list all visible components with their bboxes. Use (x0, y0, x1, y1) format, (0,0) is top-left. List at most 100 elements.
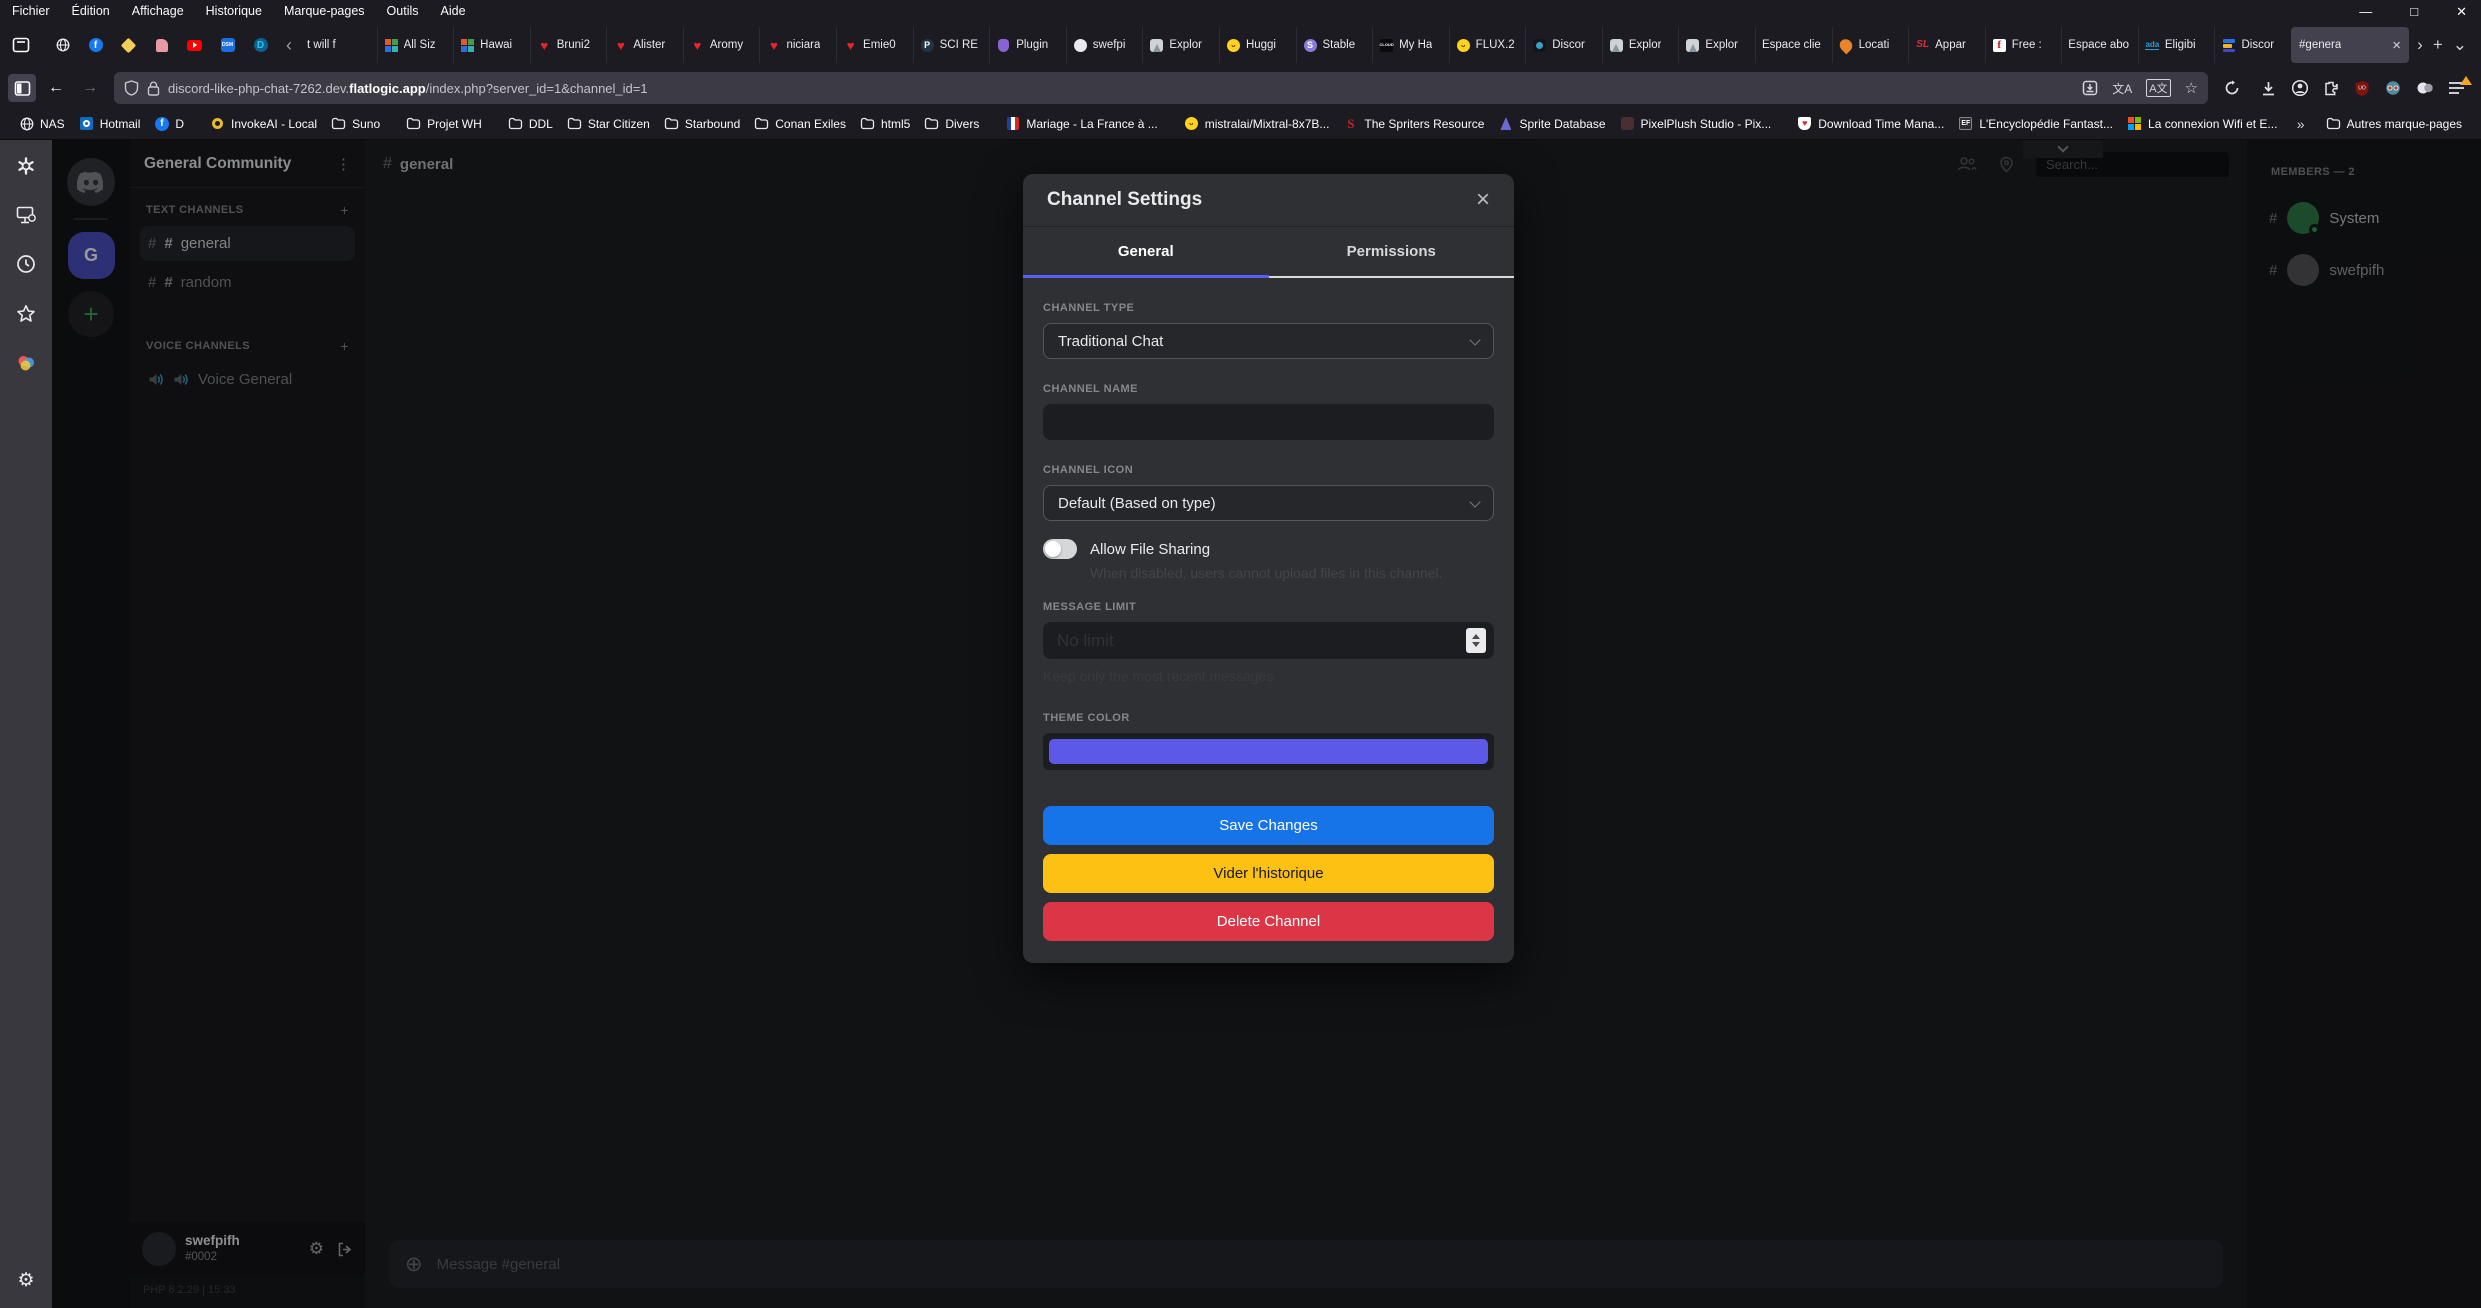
tab-list-chevron-icon[interactable]: ⌄ (2453, 35, 2467, 55)
browser-tab[interactable]: ᴗHuggi (1219, 27, 1296, 63)
menu-item-historique[interactable]: Historique (206, 4, 262, 18)
bookmark-item[interactable]: NAS (12, 116, 72, 131)
new-tab-button[interactable]: + (2433, 35, 2443, 55)
menu-item-dition[interactable]: Édition (72, 4, 110, 18)
bookmark-item[interactable]: Star Citizen (560, 116, 657, 131)
theme-color-input[interactable] (1043, 733, 1494, 770)
browser-tab[interactable]: SStable (1296, 27, 1373, 63)
bookmark-item[interactable]: DDL (501, 116, 560, 131)
bookmark-item[interactable]: Sprite Database (1491, 116, 1612, 131)
browser-tab[interactable]: t will f (301, 27, 377, 63)
browser-tab[interactable]: ♥Emie0 (836, 27, 913, 63)
browser-tab[interactable]: ♥Aromy (683, 27, 760, 63)
pinned-tab-globe[interactable] (46, 27, 79, 63)
browser-tab[interactable]: Discor (1525, 27, 1602, 63)
browser-tab[interactable]: Discor (2214, 27, 2291, 63)
file-sharing-toggle[interactable] (1043, 539, 1077, 559)
browser-tab[interactable]: ᴗFLUX.2 (1449, 27, 1526, 63)
menu-item-fichier[interactable]: Fichier (12, 4, 50, 18)
bookmarks-overflow-chevron[interactable]: » (2283, 116, 2319, 132)
downloads-icon[interactable] (2260, 80, 2277, 97)
clear-history-button[interactable]: Vider l'historique (1043, 854, 1494, 893)
url-bar[interactable]: discord-like-php-chat-7262.dev.flatlogic… (114, 72, 2208, 104)
bookmark-item[interactable]: html5 (853, 116, 917, 131)
forward-button[interactable]: → (76, 74, 104, 102)
channel-name-input[interactable] (1043, 404, 1494, 440)
url-text[interactable]: discord-like-php-chat-7262.dev.flatlogic… (168, 81, 2074, 96)
channel-type-select[interactable]: Traditional Chat (1043, 323, 1494, 359)
bookmark-item[interactable]: Suno (324, 116, 387, 131)
menu-item-outils[interactable]: Outils (387, 4, 419, 18)
firefox-view-icon[interactable] (6, 30, 36, 60)
bookmark-star-icon[interactable]: ☆ (2185, 79, 2198, 97)
pinned-tab-dsm-blue[interactable]: DSM (211, 27, 244, 63)
userscript-face-icon[interactable] (2384, 80, 2402, 97)
browser-tab[interactable]: adaEligibi (2138, 27, 2215, 63)
menu-item-aide[interactable]: Aide (441, 4, 466, 18)
browser-tab[interactable]: Espace clie (1755, 27, 1832, 63)
message-limit-input[interactable] (1043, 622, 1494, 659)
translate-alt-icon[interactable]: A文 (2146, 79, 2170, 97)
chatgpt-icon[interactable] (16, 156, 36, 176)
menu-item-marquepages[interactable]: Marque-pages (284, 4, 365, 18)
bookmark-item[interactable]: InvokeAI - Local (203, 116, 324, 131)
tab-scroll-left-icon[interactable]: ‹ (277, 35, 301, 56)
pinned-tab-d-blue[interactable]: D (244, 27, 277, 63)
tab-scroll-right-icon[interactable]: › (2417, 35, 2423, 55)
bookmark-item[interactable]: SThe Spriters Resource (1336, 116, 1491, 131)
translate-icon[interactable]: 文A (2112, 80, 2132, 97)
lock-icon[interactable] (147, 81, 160, 96)
save-changes-button[interactable]: Save Changes (1043, 806, 1494, 845)
browser-tab[interactable]: fFree : (1985, 27, 2062, 63)
browser-tab[interactable]: ♥Alister (606, 27, 683, 63)
browser-tab[interactable]: All Siz (377, 27, 454, 63)
browser-tab[interactable]: CLOUDMy Ha (1372, 27, 1449, 63)
circles-extension-icon[interactable] (2416, 80, 2434, 96)
palette-icon[interactable] (16, 354, 36, 372)
browser-tab[interactable]: Hawai (453, 27, 530, 63)
bookmark-item[interactable]: Conan Exiles (747, 116, 853, 131)
bookmark-item[interactable]: Divers (917, 116, 986, 131)
browser-tab[interactable]: Explor (1678, 27, 1755, 63)
pinned-tab-facebook[interactable]: f (79, 27, 112, 63)
spinner-down-icon[interactable] (1472, 642, 1480, 647)
modal-close-icon[interactable]: × (1476, 188, 1490, 212)
app-menu-hamburger-icon[interactable] (2448, 81, 2465, 95)
browser-tab[interactable]: PSCI RE (913, 27, 990, 63)
reload-icon[interactable] (2218, 74, 2246, 102)
tab-close-icon[interactable]: × (2392, 37, 2401, 54)
shield-icon[interactable] (124, 80, 139, 96)
browser-tab[interactable]: ♥Bruni2 (530, 27, 607, 63)
browser-tab[interactable]: SLAppar (1908, 27, 1985, 63)
star-icon[interactable] (16, 304, 36, 324)
browser-tab[interactable]: ♥niciara (759, 27, 836, 63)
menu-item-affichage[interactable]: Affichage (132, 4, 184, 18)
modal-tab-general[interactable]: General (1023, 227, 1269, 278)
spinner-up-icon[interactable] (1472, 634, 1480, 639)
bookmark-item[interactable]: Projet WH (399, 116, 489, 131)
bookmark-item[interactable]: EFL'Encyclopédie Fantast... (1951, 116, 2120, 131)
settings-gear-icon[interactable]: ⚙ (17, 1269, 34, 1292)
bookmark-item[interactable]: PixelPlush Studio - Pix... (1613, 116, 1779, 131)
browser-tab[interactable]: Espace abo (2061, 27, 2138, 63)
bookmark-item[interactable]: Hotmail (72, 116, 148, 131)
bookmark-other[interactable]: Autres marque-pages (2319, 116, 2469, 131)
screen-share-icon[interactable] (16, 206, 36, 224)
delete-channel-button[interactable]: Delete Channel (1043, 902, 1494, 941)
account-icon[interactable] (2291, 79, 2309, 97)
bookmark-item[interactable]: La connexion Wifi et E... (2120, 116, 2283, 131)
minimize-button[interactable]: — (2359, 5, 2372, 18)
ublock-icon[interactable]: UO (2354, 80, 2370, 97)
active-tab[interactable]: #genera× (2291, 27, 2409, 63)
browser-tab[interactable]: Plugin (989, 27, 1066, 63)
browser-tab[interactable]: Explor (1142, 27, 1219, 63)
browser-tab[interactable]: swefpi (1066, 27, 1143, 63)
modal-tab-permissions[interactable]: Permissions (1269, 227, 1515, 278)
pinned-tab-youtube[interactable] (178, 27, 211, 63)
bookmark-item[interactable]: fD (147, 116, 191, 131)
save-page-icon[interactable] (2082, 80, 2098, 96)
sidebar-toggle-icon[interactable] (8, 74, 36, 102)
clock-icon[interactable] (16, 254, 36, 274)
bookmark-item[interactable]: ᴗmistralai/Mixtral-8x7B... (1177, 116, 1337, 131)
bookmark-item[interactable]: ♥Download Time Mana... (1790, 116, 1951, 131)
